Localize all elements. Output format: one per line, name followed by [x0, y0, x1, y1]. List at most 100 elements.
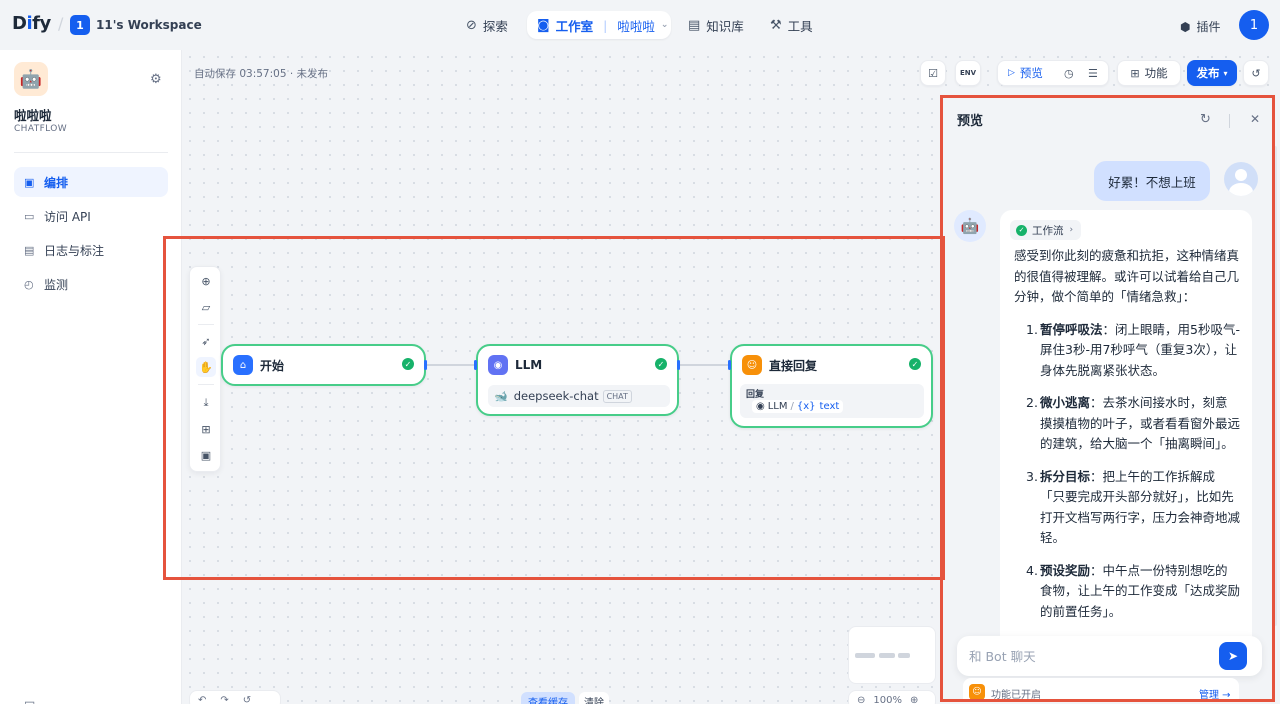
version-history-button[interactable]: ↺ [1243, 60, 1269, 86]
preview-label: 预览 [1019, 66, 1043, 80]
divider [14, 152, 168, 153]
user-body-shape [1229, 183, 1253, 196]
bot-intro: 感受到你此刻的疲惫和抗拒，这种情绪真的很值得被理解。或许可以试着给自己几分钟，做… [1014, 248, 1240, 304]
llm-model-selector[interactable]: 🐋 deepseek-chat CHAT [488, 385, 670, 407]
organize-blocks-icon[interactable]: ⊞ [196, 419, 216, 439]
dashboard-icon: ◴ [24, 277, 34, 291]
clear-button[interactable]: 清除 [579, 692, 609, 704]
features-icon: ⊞ [1130, 66, 1140, 80]
sidebar-item-monitor[interactable]: ◴ 监测 [14, 269, 168, 299]
manage-features-link[interactable]: 管理 → [1199, 686, 1231, 701]
redo-icon[interactable]: ↷ [220, 695, 228, 704]
close-icon[interactable]: ✕ [1250, 112, 1260, 126]
nav-app-name[interactable]: 啦啦啦 [617, 16, 655, 35]
nav-studio[interactable]: ◙ 工作室 | 啦啦啦 ⌄ [527, 11, 671, 39]
divider [198, 384, 214, 385]
node-title: 直接回复 [769, 358, 818, 373]
chat-input[interactable] [969, 646, 1209, 666]
llm-icon: ◉ [488, 355, 508, 375]
send-button[interactable]: ➤ [1219, 642, 1247, 670]
list-item: 1. 暂停呼吸法：闭上眼睛，用5秒吸气-屏住3秒-用7秒呼气（重复3次），让身体先… [1014, 320, 1240, 382]
node-llm[interactable]: ◉ LLM ✓ 🐋 deepseek-chat CHAT [476, 344, 679, 416]
features-button[interactable]: ⊞ 功能 [1117, 60, 1181, 86]
zoom-in-icon[interactable]: ⊕ [910, 695, 918, 704]
check-icon: ✓ [1016, 224, 1027, 236]
nav-separator: | [603, 17, 608, 33]
publish-button[interactable]: 发布 ▾ [1187, 60, 1237, 86]
chevron-down-icon: ▾ [1223, 68, 1228, 78]
nav-explore[interactable]: ⊘ 探索 [466, 12, 508, 38]
user-message: 好累！不想上班 [1094, 161, 1210, 201]
breadcrumb-separator: / [58, 14, 64, 33]
user-head-shape [1235, 169, 1247, 181]
edge-start-llm [426, 364, 476, 366]
view-cache-label: 查看缓存 [528, 697, 568, 704]
variable-node-name: LLM [767, 401, 788, 412]
chevron-down-icon[interactable]: ⌄ [178, 18, 186, 29]
canvas-tool-palette: ⊕ ▱ ➶ ✋ ⤓ ⊞ ▣ [189, 266, 221, 472]
plugins-button[interactable]: ⬢ 插件 [1180, 18, 1221, 35]
book-icon: ▤ [688, 17, 701, 33]
check-icon: ✓ [655, 358, 667, 370]
input-port[interactable] [728, 360, 731, 370]
llm-model-name: deepseek-chat [513, 389, 599, 403]
app-type: CHATFLOW [14, 124, 68, 134]
file-list-icon: ▤ [24, 243, 35, 257]
features-bar: ☺ 功能已开启 管理 → [963, 678, 1239, 701]
history-icon[interactable]: ↺ [243, 695, 251, 704]
workspace-badge[interactable]: 1 [70, 15, 90, 35]
sidebar-item-api[interactable]: ▭ 访问 API [14, 201, 168, 231]
list-item-title: 拆分目标 [1040, 468, 1091, 484]
dify-logo[interactable]: Dify [12, 13, 51, 34]
list-icon[interactable]: ☰ [1088, 67, 1098, 80]
checklist-button[interactable]: ☑ [920, 60, 946, 86]
undo-icon[interactable]: ↶ [198, 695, 206, 704]
sidebar-item-label: 编排 [44, 175, 69, 190]
sidebar-item-label: 访问 API [44, 209, 91, 224]
node-title: LLM [515, 358, 543, 372]
input-port[interactable] [474, 360, 477, 370]
checklist-icon: ☑ [928, 66, 938, 80]
minimap-toggle-icon[interactable]: ▣ [196, 445, 216, 465]
nav-knowledge[interactable]: ▤ 知识库 [688, 12, 744, 38]
minimap[interactable] [848, 626, 936, 684]
robot-icon: 🤖 [14, 62, 48, 96]
list-number: 3. [1026, 468, 1038, 484]
sliders-icon[interactable]: ⚙ [150, 72, 162, 87]
output-port[interactable] [677, 360, 680, 370]
add-node-icon[interactable]: ⊕ [196, 271, 216, 291]
sidebar-item-logs[interactable]: ▤ 日志与标注 [14, 235, 168, 265]
output-port[interactable] [424, 360, 427, 370]
undo-redo-controls: ↶ ↷ ↺ [189, 690, 281, 704]
node-start[interactable]: ⌂ 开始 ✓ [221, 344, 426, 386]
view-cache-button[interactable]: 查看缓存 [521, 692, 575, 704]
node-answer[interactable]: ☺ 直接回复 ✓ 回复 ◉ LLM / {x} text [730, 344, 933, 428]
nav-tools[interactable]: ⚒ 工具 [770, 12, 813, 38]
pointer-icon[interactable]: ➶ [196, 331, 216, 351]
clear-label: 清除 [584, 697, 604, 704]
add-note-icon[interactable]: ▱ [196, 297, 216, 317]
env-button[interactable]: ENV [955, 60, 981, 86]
bot-avatar: 🤖 [954, 210, 986, 242]
preview-scrollbar[interactable] [1273, 146, 1277, 626]
collapse-sidebar-icon[interactable]: ▭ [24, 696, 35, 704]
deepseek-icon: 🐋 [494, 389, 508, 403]
preview-button[interactable]: ▷ 预览 ◷ ☰ [997, 60, 1109, 86]
hand-icon[interactable]: ✋ [196, 357, 216, 377]
run-history-icon[interactable]: ◷ [1064, 67, 1074, 80]
list-item: 3. 拆分目标：把上午的工作拆解成「只要完成开头部分就好」，比如先打开文档写两行字… [1014, 467, 1240, 549]
features-label: 功能已开启 [991, 690, 1041, 701]
reset-conversation-icon[interactable]: ↻ [1200, 112, 1211, 127]
zoom-level[interactable]: 100% [873, 695, 902, 704]
user-avatar[interactable]: 1 [1239, 10, 1269, 40]
play-icon: ▷ [1008, 68, 1015, 78]
node-header: ⌂ 开始 [233, 355, 284, 375]
left-sidebar: 🤖 ⚙ 啦啦啦 CHATFLOW ▣ 编排 ▭ 访问 API ▤ 日志与标注 ◴… [0, 50, 182, 704]
export-image-icon[interactable]: ⤓ [196, 393, 216, 413]
sidebar-item-orchestrate[interactable]: ▣ 编排 [14, 167, 168, 197]
list-item-title: 暂停呼吸法 [1040, 321, 1103, 337]
chevron-down-icon[interactable]: ⌄ [661, 20, 669, 30]
zoom-out-icon[interactable]: ⊖ [857, 695, 865, 704]
workflow-process-chip[interactable]: ✓ 工作流 › [1010, 220, 1082, 240]
list-item-title: 预设奖励 [1040, 562, 1091, 578]
